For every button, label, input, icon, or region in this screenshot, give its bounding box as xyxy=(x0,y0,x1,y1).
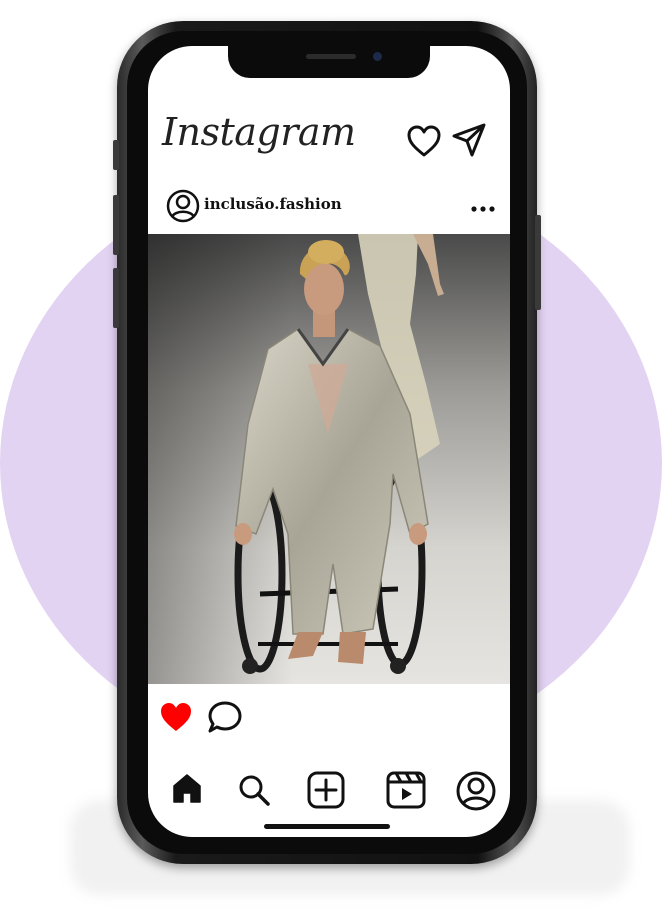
heart-icon[interactable] xyxy=(406,124,442,163)
post-header: inclusão.fashion xyxy=(166,186,496,226)
side-button xyxy=(535,215,541,310)
post-image[interactable] xyxy=(148,234,510,684)
heart-filled-icon[interactable] xyxy=(158,700,194,739)
phone-screen: Instagram inclusão.fashion xyxy=(148,46,510,837)
side-button xyxy=(113,268,119,328)
search-icon[interactable] xyxy=(236,772,272,813)
front-camera xyxy=(373,52,382,61)
notch xyxy=(228,46,430,78)
comment-icon[interactable] xyxy=(206,699,244,740)
reels-icon[interactable] xyxy=(385,770,427,815)
post-username[interactable]: inclusão.fashion xyxy=(204,195,342,213)
instagram-logo: Instagram xyxy=(162,110,356,154)
avatar-icon[interactable] xyxy=(166,189,200,228)
send-icon[interactable] xyxy=(450,122,488,163)
side-button xyxy=(113,140,119,170)
add-post-icon[interactable] xyxy=(306,770,346,815)
side-button xyxy=(113,195,119,255)
home-indicator[interactable] xyxy=(264,824,390,829)
more-icon[interactable] xyxy=(470,200,496,218)
profile-icon[interactable] xyxy=(455,770,497,817)
home-icon[interactable] xyxy=(170,772,204,809)
speaker xyxy=(306,54,356,59)
